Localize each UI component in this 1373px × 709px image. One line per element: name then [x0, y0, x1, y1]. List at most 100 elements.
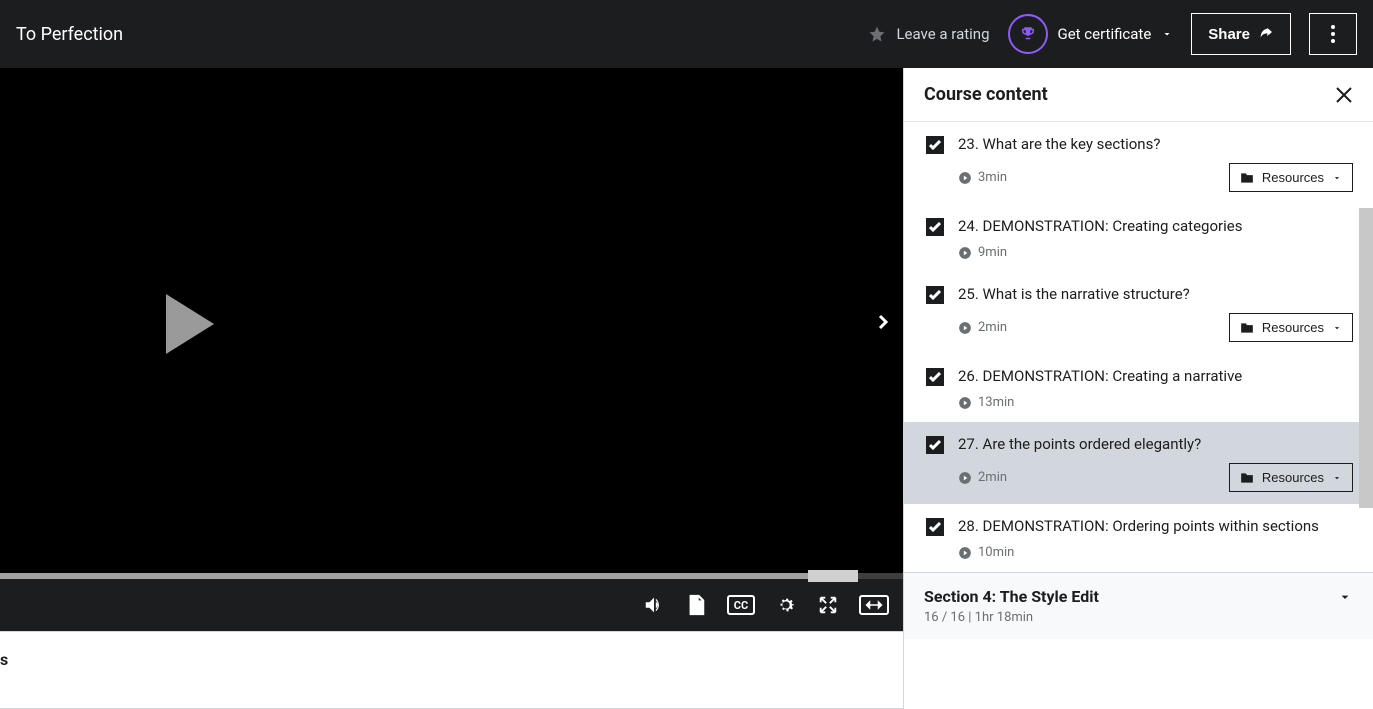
- chevron-right-icon: [871, 310, 895, 334]
- tab-partial[interactable]: s: [0, 650, 903, 669]
- video-player-area: CC s: [0, 68, 903, 709]
- star-icon: [868, 25, 886, 43]
- lesson-list[interactable]: 23. What are the key sections? 3min Resour…: [904, 122, 1373, 709]
- lesson-title: 23. What are the key sections?: [958, 134, 1353, 155]
- share-arrow-icon: [1258, 26, 1274, 42]
- video-canvas[interactable]: [0, 68, 903, 579]
- folder-icon: [1240, 172, 1254, 184]
- lesson-body: 24. DEMONSTRATION: Creating categories9m…: [958, 216, 1353, 260]
- header-actions: Leave a rating Get certificate Share: [868, 13, 1357, 55]
- kebab-icon: [1331, 25, 1335, 43]
- check-icon: [929, 290, 941, 300]
- resources-button[interactable]: Resources: [1229, 463, 1353, 492]
- play-small-icon: [958, 546, 972, 560]
- expand-player-button[interactable]: [859, 595, 889, 615]
- volume-icon[interactable]: [643, 594, 665, 616]
- lesson-body: 23. What are the key sections? 3min Resour…: [958, 134, 1353, 192]
- chevron-down-icon: [1332, 173, 1342, 183]
- course-content-sidebar: Course content 23. What are the key sect…: [903, 68, 1373, 709]
- progress-thumb[interactable]: [808, 570, 858, 582]
- certificate-label: Get certificate: [1058, 25, 1152, 43]
- lesson-body: 27. Are the points ordered elegantly? 2mi…: [958, 434, 1353, 492]
- settings-gear-icon[interactable]: [775, 594, 797, 616]
- lesson-title: 27. Are the points ordered elegantly?: [958, 434, 1353, 455]
- play-small-icon: [958, 321, 972, 335]
- lesson-duration: 9min: [958, 245, 1007, 260]
- lesson-duration: 2min: [958, 470, 1007, 485]
- lesson-meta: 2min Resources: [958, 463, 1353, 492]
- captions-button[interactable]: CC: [727, 595, 755, 615]
- lesson-duration: 13min: [958, 395, 1014, 410]
- get-certificate-button[interactable]: Get certificate: [1008, 14, 1174, 54]
- play-small-icon: [958, 471, 972, 485]
- lesson-meta: 10min: [958, 545, 1353, 560]
- video-progress-bar[interactable]: [0, 573, 903, 579]
- resources-button[interactable]: Resources: [1229, 313, 1353, 342]
- lesson-duration: 3min: [958, 170, 1007, 185]
- transcript-icon[interactable]: [685, 594, 707, 616]
- leave-rating-button[interactable]: Leave a rating: [868, 25, 989, 43]
- folder-icon: [1240, 322, 1254, 334]
- share-button[interactable]: Share: [1191, 13, 1291, 55]
- trophy-progress-circle: [1008, 14, 1048, 54]
- lesson-item[interactable]: 28. DEMONSTRATION: Ordering points withi…: [904, 504, 1373, 572]
- expand-horizontal-icon: [865, 600, 883, 610]
- body-area: CC s Course content 23. What are the key…: [0, 68, 1373, 709]
- section-subtitle: 16 / 16 | 1hr 18min: [924, 610, 1353, 625]
- scrollbar-thumb[interactable]: [1359, 208, 1373, 508]
- close-icon: [1335, 86, 1353, 104]
- resources-button[interactable]: Resources: [1229, 163, 1353, 192]
- next-lesson-button[interactable]: [871, 310, 895, 338]
- chevron-down-icon: [1337, 589, 1353, 605]
- lesson-item[interactable]: 25. What is the narrative structure? 2min…: [904, 272, 1373, 354]
- fullscreen-icon[interactable]: [817, 594, 839, 616]
- check-icon: [929, 140, 941, 150]
- check-icon: [929, 372, 941, 382]
- chevron-down-icon: [1332, 323, 1342, 333]
- lesson-complete-checkbox[interactable]: [926, 368, 944, 386]
- folder-icon: [1240, 472, 1254, 484]
- course-title: To Perfection: [16, 24, 123, 45]
- lesson-meta: 9min: [958, 245, 1353, 260]
- lesson-complete-checkbox[interactable]: [926, 218, 944, 236]
- lesson-meta: 3min Resources: [958, 163, 1353, 192]
- check-icon: [929, 222, 941, 232]
- below-video-tabs: s: [0, 631, 903, 709]
- close-sidebar-button[interactable]: [1335, 86, 1353, 104]
- lesson-body: 25. What is the narrative structure? 2min…: [958, 284, 1353, 342]
- lesson-meta: 13min: [958, 395, 1353, 410]
- trophy-icon: [1019, 25, 1037, 43]
- lesson-duration: 10min: [958, 545, 1014, 560]
- lesson-complete-checkbox[interactable]: [926, 518, 944, 536]
- lesson-complete-checkbox[interactable]: [926, 436, 944, 454]
- lesson-title: 28. DEMONSTRATION: Ordering points withi…: [958, 516, 1353, 537]
- sidebar-header: Course content: [904, 68, 1373, 122]
- play-icon: [166, 294, 214, 354]
- more-menu-button[interactable]: [1309, 13, 1357, 55]
- lesson-item[interactable]: 23. What are the key sections? 3min Resour…: [904, 122, 1373, 204]
- lesson-complete-checkbox[interactable]: [926, 286, 944, 304]
- rating-label: Leave a rating: [896, 25, 989, 43]
- lesson-body: 28. DEMONSTRATION: Ordering points withi…: [958, 516, 1353, 560]
- lesson-title: 25. What is the narrative structure?: [958, 284, 1353, 305]
- lesson-complete-checkbox[interactable]: [926, 136, 944, 154]
- lesson-title: 26. DEMONSTRATION: Creating a narrative: [958, 366, 1353, 387]
- check-icon: [929, 440, 941, 450]
- lesson-item[interactable]: 27. Are the points ordered elegantly? 2mi…: [904, 422, 1373, 504]
- app-header: To Perfection Leave a rating Get certifi…: [0, 0, 1373, 68]
- lesson-meta: 2minResources: [958, 313, 1353, 342]
- play-small-icon: [958, 171, 972, 185]
- play-small-icon: [958, 396, 972, 410]
- play-button[interactable]: [166, 294, 214, 354]
- section-header[interactable]: Section 4: The Style Edit16 / 16 | 1hr 1…: [904, 572, 1373, 639]
- lesson-body: 26. DEMONSTRATION: Creating a narrative 1…: [958, 366, 1353, 410]
- lesson-item[interactable]: 24. DEMONSTRATION: Creating categories9m…: [904, 204, 1373, 272]
- progress-fill: [0, 573, 858, 579]
- chevron-down-icon: [1161, 28, 1173, 40]
- play-small-icon: [958, 246, 972, 260]
- share-label: Share: [1208, 26, 1250, 43]
- chevron-down-icon: [1332, 473, 1342, 483]
- lesson-item[interactable]: 26. DEMONSTRATION: Creating a narrative 1…: [904, 354, 1373, 422]
- sidebar-title: Course content: [924, 84, 1048, 105]
- video-controls: CC: [0, 579, 903, 631]
